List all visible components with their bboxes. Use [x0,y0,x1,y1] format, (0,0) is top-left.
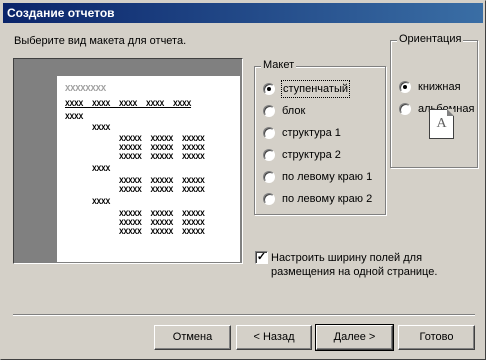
orientation-group-legend: Ориентация [397,33,464,45]
radio-button[interactable] [399,103,411,115]
preview-header: XXXX XXXX XXXX XXXX XXXX [65,100,192,109]
layout-option-stepped[interactable]: ступенчатый [255,80,380,98]
radio-button[interactable] [263,171,275,183]
layout-option-label: ступенчатый [280,80,351,98]
button-separator [13,314,475,316]
radio-button[interactable] [263,149,275,161]
layout-group: Макет ступенчатый блок структура 1 струк… [254,59,386,215]
cancel-button[interactable]: Отмена [154,325,231,350]
preview-page: XXXXXXXX XXXX XXXX XXXX XXXX XXXX XXXX X… [57,76,240,262]
layout-option-label: по левому краю 1 [282,171,373,183]
next-button[interactable]: Далее > [315,324,394,351]
orientation-group: Ориентация книжная альбомная A [390,33,478,168]
layout-option-outline-2[interactable]: структура 2 [255,147,380,163]
radio-button[interactable] [263,193,275,205]
finish-button[interactable]: Готово [398,325,475,350]
back-button[interactable]: < Назад [236,325,312,350]
preview-line: XXXX [65,198,111,207]
orientation-portrait[interactable]: книжная [391,79,475,95]
preview-line: XXXX [65,124,111,133]
dialog-title: Создание отчетов [3,3,483,23]
layout-option-label: структура 1 [282,127,341,139]
layout-option-left-align-2[interactable]: по левому краю 2 [255,191,380,207]
preview-title: XXXXXXXX [65,84,106,94]
radio-button[interactable] [263,83,275,95]
layout-option-outline-1[interactable]: структура 1 [255,125,380,141]
radio-button[interactable] [263,105,275,117]
fit-width-checkbox[interactable]: ✓ [255,251,268,264]
portrait-page-icon: A [429,109,454,139]
preview-line: XXXXX XXXXX XXXXX [65,228,205,237]
preview-line: XXXX [65,165,111,174]
layout-option-label: структура 2 [282,149,341,161]
layout-option-label: блок [282,105,306,117]
layout-prompt: Выберите вид макета для отчета. [14,35,187,47]
layout-preview: XXXXXXXX XXXX XXXX XXXX XXXX XXXX XXXX X… [13,58,243,264]
fit-width-label[interactable]: Настроить ширину полей для размещения на… [271,251,471,279]
radio-button[interactable] [399,81,411,93]
radio-button[interactable] [263,127,275,139]
orientation-option-label: книжная [418,81,461,93]
layout-option-block[interactable]: блок [255,103,380,119]
report-wizard-dialog: Создание отчетов Выберите вид макета для… [0,0,486,360]
preview-line: XXXXX XXXXX XXXXX [65,153,205,162]
preview-line: XXXX [65,113,84,122]
layout-group-legend: Макет [261,59,297,71]
layout-option-label: по левому краю 2 [282,193,373,205]
preview-line: XXXXX XXXXX XXXXX [65,186,205,195]
layout-option-left-align-1[interactable]: по левому краю 1 [255,169,380,185]
